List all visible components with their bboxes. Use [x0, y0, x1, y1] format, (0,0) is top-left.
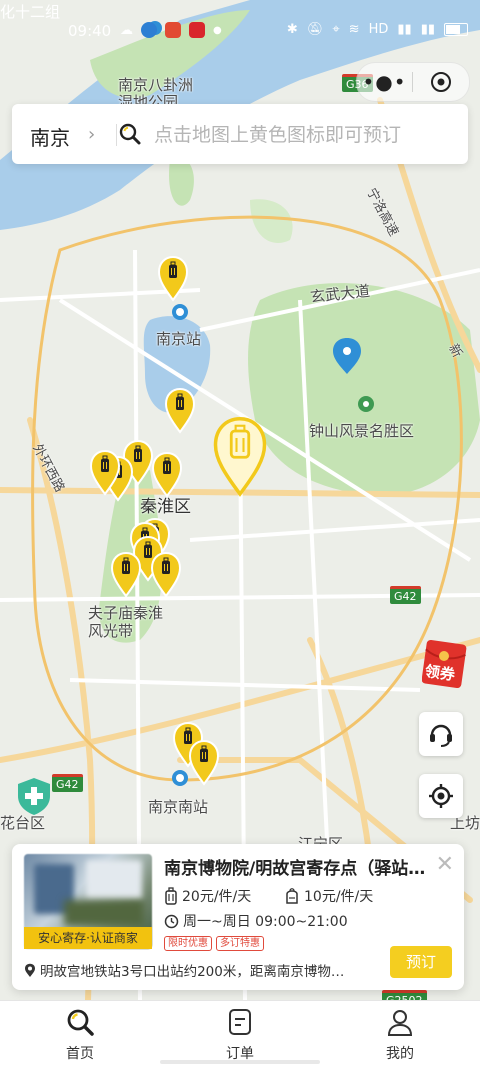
- location-icon: ⌖: [332, 22, 340, 37]
- promo-tag-limited: 限时优惠: [164, 936, 212, 951]
- suitcase-icon: [165, 887, 177, 905]
- app-notification-icon: [141, 22, 157, 38]
- tab-profile[interactable]: 我的: [360, 1007, 440, 1063]
- clock-icon: [164, 914, 179, 928]
- locate-me-button[interactable]: [419, 774, 463, 818]
- tab-orders[interactable]: 订单: [200, 1007, 280, 1063]
- price-small-text: 20元/件/天: [182, 889, 252, 905]
- opening-hours-text: 周一~周日 09:00~21:00: [183, 914, 348, 930]
- status-bar: 化十二组 09:40 ☁ ● ✱ 🔕︎ ⌖ ≋ HD ▮▮ ▮▮: [0, 0, 480, 40]
- backpack-icon: [286, 888, 298, 904]
- home-indicator: [160, 1060, 320, 1064]
- customer-service-button[interactable]: [419, 712, 463, 756]
- status-system-icons: ✱ 🔕︎ ⌖ ≋ HD ▮▮ ▮▮: [287, 22, 468, 37]
- search-divider: [116, 124, 117, 146]
- mute-icon: 🔕︎: [306, 22, 324, 37]
- profile-icon: [387, 1010, 413, 1036]
- price-bag-text: 10元/件/天: [304, 889, 374, 905]
- status-carrier-label: 化十二组: [0, 3, 61, 21]
- network-type-label: HD: [368, 22, 389, 37]
- app-notification-icon: [189, 22, 205, 38]
- opening-hours: 周一~周日 09:00~21:00: [164, 911, 348, 931]
- search-input[interactable]: [152, 118, 456, 152]
- order-icon: [229, 1009, 251, 1035]
- tab-profile-label: 我的: [386, 1046, 414, 1062]
- city-selector[interactable]: 南京: [30, 122, 70, 151]
- store-address-text: 明故宫地铁站3号口出站约200米，距离南京博物…: [40, 964, 345, 980]
- locate-icon: [429, 784, 453, 808]
- signal-icon: ▮▮: [420, 22, 435, 37]
- close-target-icon: [430, 72, 451, 92]
- price-small-luggage: 20元/件/天: [164, 886, 251, 906]
- storage-pin[interactable]: [152, 452, 182, 497]
- book-button[interactable]: 预订: [390, 946, 452, 978]
- store-card[interactable]: 安心寄存·认证商家 南京博物院/明故宫寄存点（驿站… ✕ 20元/件/天 10元…: [12, 844, 464, 990]
- close-card-button[interactable]: ✕: [436, 852, 454, 877]
- chevron-right-icon: ›: [88, 124, 96, 145]
- bluetooth-icon: ✱: [286, 22, 298, 37]
- storage-pin[interactable]: [165, 388, 195, 433]
- dot-icon: ●: [213, 24, 222, 36]
- search-bar: 南京 ›: [12, 104, 468, 164]
- safety-shield-button[interactable]: [14, 776, 54, 816]
- signal-icon: ▮▮: [397, 22, 412, 37]
- wifi-icon: ≋: [348, 22, 360, 37]
- status-app-icons: ☁ ●: [120, 22, 222, 38]
- store-title: 南京博物院/明故宫寄存点（驿站…: [164, 859, 426, 879]
- more-icon[interactable]: •●•: [357, 72, 412, 92]
- storage-pin-selected[interactable]: [213, 416, 267, 497]
- storage-pin[interactable]: [189, 740, 219, 785]
- search-icon: [119, 123, 141, 145]
- status-time: 09:40: [68, 22, 112, 40]
- home-search-icon: [67, 1009, 94, 1036]
- coupon-red-packet[interactable]: 领券: [422, 636, 472, 688]
- location-pin-icon: [25, 963, 35, 977]
- shield-plus-icon: [18, 778, 50, 815]
- tab-home-label: 首页: [66, 1046, 94, 1062]
- cloud-icon: ☁: [120, 22, 133, 38]
- red-packet-label: 领券: [423, 661, 457, 684]
- bottom-tab-bar: 首页 订单 我的: [0, 1000, 480, 1067]
- app-notification-icon: [165, 22, 181, 38]
- miniprogram-capsule: •●•: [356, 62, 470, 102]
- battery-icon: [444, 23, 468, 36]
- tab-home[interactable]: 首页: [40, 1007, 120, 1063]
- certified-merchant-badge: 安心寄存·认证商家: [24, 927, 152, 949]
- price-bag: 10元/件/天: [284, 886, 373, 906]
- store-address: 明故宫地铁站3号口出站约200米，距离南京博物…: [24, 960, 370, 980]
- promo-tag-multi: 多订特惠: [216, 936, 264, 951]
- storage-pin[interactable]: [158, 256, 188, 301]
- close-miniprogram-button[interactable]: [413, 71, 468, 93]
- storage-pin[interactable]: [111, 552, 141, 597]
- headset-icon: [430, 724, 452, 747]
- storage-pin[interactable]: [151, 552, 181, 597]
